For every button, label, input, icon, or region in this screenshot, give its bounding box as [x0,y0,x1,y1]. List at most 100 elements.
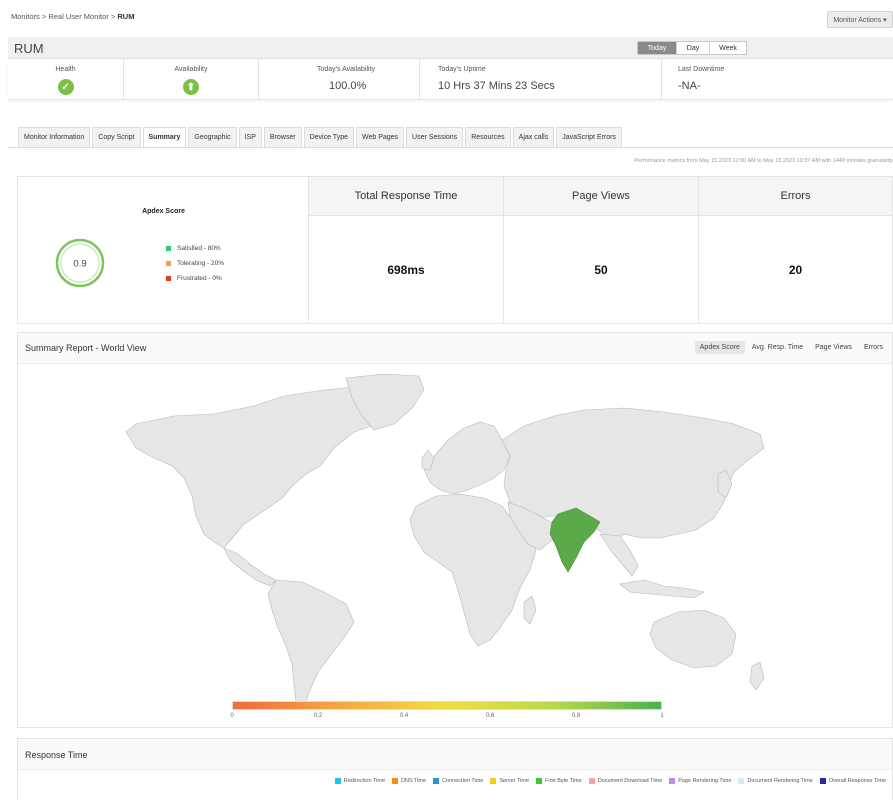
scale-tick-08: 0.8 [571,713,581,719]
tab-web-pages[interactable]: Web Pages [355,127,405,148]
world-view-header: Summary Report - World View Apdex Score … [18,333,892,364]
scale-tick-1: 1 [660,713,664,719]
breadcrumb-monitors-link[interactable]: Monitors [11,12,40,21]
last-downtime-label: Last Downtime [678,66,725,73]
breadcrumb-separator: > [41,12,47,21]
status-row: Health ✓ Availability ⬆ Today's Availabi… [8,59,893,100]
health-check-icon: ✓ [57,79,74,95]
scale-tick-04: 0.4 [399,713,409,719]
page-views-label: Page Views [504,177,698,216]
scale-tick-0: 0 [230,713,234,719]
legend-swatch [166,246,171,251]
availability-label: Availability [174,66,208,73]
apdex-legend: Satisfied - 80% Tolerating - 20% Frustra… [166,241,224,286]
response-time-header: Response Time [18,739,892,770]
legend-label: Page Rendering Time [678,778,732,784]
breadcrumb-current: RUM [117,12,135,21]
availability-up-arrow-icon: ⬆ [183,79,199,95]
legend-page-rendering-time[interactable]: Page Rendering Time [669,778,731,784]
view-tab-apdex-score[interactable]: Apdex Score [694,341,745,354]
tab-monitor-information[interactable]: Monitor Information [18,127,91,148]
tab-isp[interactable]: ISP [238,127,262,148]
legend-label: Document Download Time [597,778,663,784]
tab-browser[interactable]: Browser [263,127,302,148]
tab-device-type[interactable]: Device Type [303,127,354,148]
map-europe[interactable] [423,421,511,495]
breadcrumb: Monitors > Real User Monitor > RUM [11,12,134,21]
legend-swatch [334,778,341,784]
apdex-title: Apdex Score [142,208,185,215]
map-australia[interactable] [649,609,737,669]
world-view-metric-tabs: Apdex Score Avg. Resp. Time Page Views E… [693,341,888,354]
view-tab-errors[interactable]: Errors [859,341,888,354]
title-bar: RUM Today Day Week [8,37,893,59]
legend-swatch [536,778,543,784]
legend-satisfied-label: Satisfied - 80% [177,245,221,252]
total-response-time-box: Total Response Time 698ms [309,177,504,323]
tab-javascript-errors[interactable]: JavaScript Errors [556,127,622,148]
legend-label: Server Time [499,778,530,784]
tab-user-sessions[interactable]: User Sessions [406,127,464,148]
scale-tick-02: 0.2 [313,713,323,719]
apdex-score-ring: 0.9 [55,238,105,288]
map-india-highlighted[interactable] [549,507,601,573]
monitor-actions-button[interactable]: Monitor Actions ▾ [827,11,893,28]
page-title: RUM [14,41,44,56]
tab-divider [8,147,893,148]
tab-geographic[interactable]: Geographic [188,127,237,148]
legend-label: Redirection Time [343,778,386,784]
legend-swatch [166,276,171,281]
tab-copy-script[interactable]: Copy Script [92,127,141,148]
legend-overall-response-time[interactable]: Overall Response Time [819,778,886,784]
breadcrumb-rum-monitor-link[interactable]: Real User Monitor [48,12,108,21]
errors-label: Errors [699,177,892,216]
period-week-button[interactable]: Week [709,42,746,54]
page-views-box: Page Views 50 [504,177,699,323]
view-tab-page-views[interactable]: Page Views [810,341,857,354]
period-today-button[interactable]: Today [638,42,676,54]
map-south-america[interactable] [267,579,355,707]
legend-swatch [392,778,399,784]
total-response-time-value: 698ms [387,262,425,277]
response-time-title: Response Time [25,750,88,760]
map-new-zealand[interactable] [749,661,765,691]
color-scale-bar [232,701,662,710]
tab-summary[interactable]: Summary [142,127,187,148]
legend-document-rendering-time[interactable]: Document Rendering Time [738,778,813,784]
map-indonesia[interactable] [619,579,705,599]
last-downtime-cell: Last Downtime -NA- [662,59,893,100]
view-tab-avg-resp-time[interactable]: Avg. Resp. Time [747,341,808,354]
last-downtime-value: -NA- [678,80,701,92]
legend-swatch [819,778,826,784]
period-selector: Today Day Week [637,41,747,55]
legend-first-byte-time[interactable]: First Byte Time [536,778,582,784]
legend-label: DNS Time [401,778,427,784]
total-response-time-label: Total Response Time [309,177,503,216]
legend-document-download-time[interactable]: Document Download Time [588,778,663,784]
monitor-tabs: Monitor Information Copy Script Summary … [18,127,624,148]
tab-resources[interactable]: Resources [465,127,511,148]
map-southeast-asia[interactable] [599,533,639,577]
legend-connection-time[interactable]: Connection Time [433,778,483,784]
world-map [24,366,886,723]
legend-swatch [588,778,595,784]
errors-box: Errors 20 [699,177,892,323]
tab-ajax-calls[interactable]: Ajax calls [512,127,555,148]
page-views-value: 50 [594,262,608,277]
map-central-america[interactable] [223,547,277,587]
legend-tolerating-label: Tolerating - 20% [177,260,224,267]
legend-redirection-time[interactable]: Redirection Time [334,778,386,784]
legend-label: Connection Time [442,778,484,784]
legend-dns-time[interactable]: DNS Time [392,778,426,784]
world-view-panel: Summary Report - World View Apdex Score … [17,332,893,728]
health-cell: Health ✓ [8,59,124,100]
map-madagascar[interactable] [523,595,537,625]
legend-server-time[interactable]: Server Time [490,778,529,784]
todays-uptime-cell: Today's Uptime 10 Hrs 37 Mins 23 Secs [420,59,662,100]
todays-availability-cell: Today's Availability 100.0% [259,59,420,100]
legend-swatch [669,778,676,784]
period-day-button[interactable]: Day [676,42,709,54]
health-label: Health [55,66,76,73]
legend-label: First Byte Time [545,778,582,784]
errors-value: 20 [788,262,803,277]
